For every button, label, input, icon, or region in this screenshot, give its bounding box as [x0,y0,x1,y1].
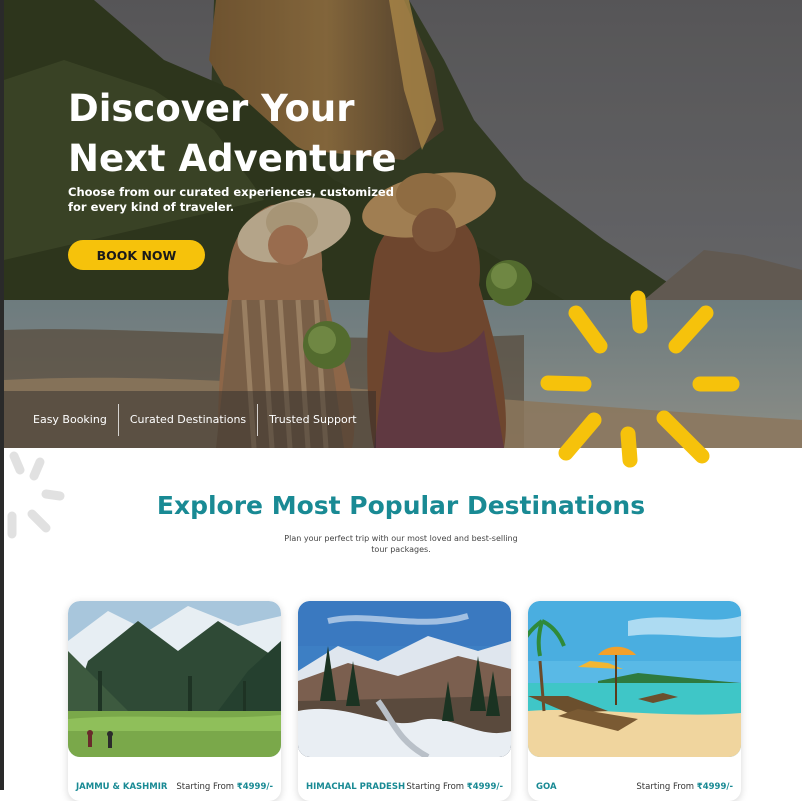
hero-title: Discover Your Next Adventure [68,87,397,180]
destination-price-block: Starting From ₹4999/- [636,782,733,792]
hero-subtitle: Choose from our curated experiences, cus… [68,185,394,214]
destination-name: GOA [536,782,557,792]
feature-easy-booking: Easy Booking [33,412,107,426]
price-label: Starting From [176,782,235,792]
price-label: Starting From [406,782,465,792]
destination-image [68,601,281,757]
popular-destinations-title: Explore Most Popular Destinations [156,491,646,520]
destination-name: JAMMU & KASHMIR [76,782,168,792]
price-value: ₹4999/- [466,782,503,792]
destination-image [528,601,741,757]
card-footer: JAMMU & KASHMIR Starting From ₹4999/- [76,782,273,792]
destination-image [298,601,511,757]
destination-price-block: Starting From ₹4999/- [176,782,273,792]
feature-trusted-support: Trusted Support [269,412,357,426]
destination-card-himachal-pradesh[interactable]: HIMACHAL PRADESH Starting From ₹4999/- [298,601,511,801]
feature-bar: Easy Booking Curated Destinations Truste… [4,391,376,448]
card-footer: HIMACHAL PRADESH Starting From ₹4999/- [306,782,503,792]
price-value: ₹4999/- [236,782,273,792]
destination-card-goa[interactable]: GOA Starting From ₹4999/- [528,601,741,801]
price-value: ₹4999/- [696,782,733,792]
destination-card-jammu-kashmir[interactable]: JAMMU & KASHMIR Starting From ₹4999/- [68,601,281,801]
sun-burst-icon [540,290,740,468]
window-edge [0,0,4,790]
card-footer: GOA Starting From ₹4999/- [536,782,733,792]
feature-curated-destinations: Curated Destinations [129,412,247,426]
popular-destinations-subtitle: Plan your perfect trip with our most lov… [284,534,518,554]
destination-name: HIMACHAL PRADESH [306,782,406,792]
book-now-button[interactable]: BOOK NOW [68,240,205,270]
destination-price-block: Starting From ₹4999/- [406,782,503,792]
price-label: Starting From [636,782,695,792]
